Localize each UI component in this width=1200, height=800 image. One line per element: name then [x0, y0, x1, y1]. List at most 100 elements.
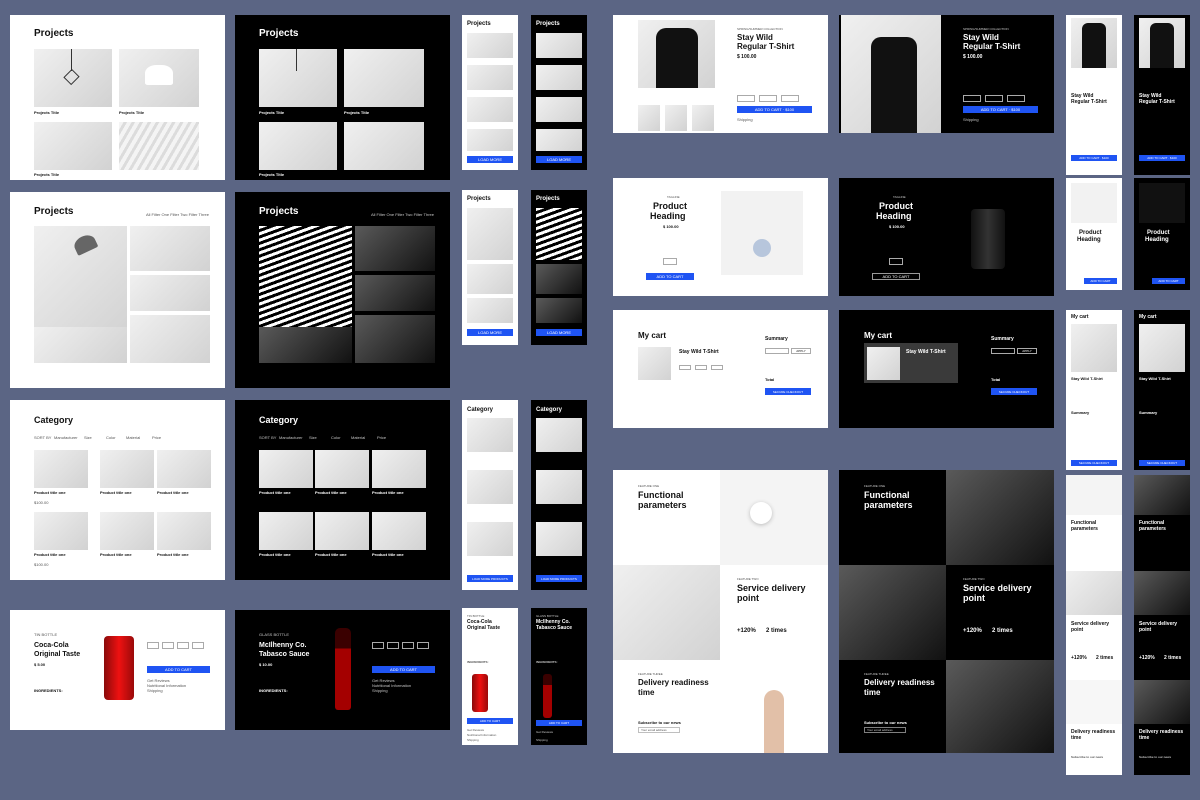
product-image[interactable]	[467, 470, 513, 504]
product-image[interactable]	[536, 470, 582, 504]
filter-manufacturer[interactable]: Manufacturer	[54, 435, 78, 440]
add-to-cart-button[interactable]: ADD TO CART	[872, 273, 920, 280]
add-to-cart-button[interactable]: ADD TO CART · $100	[1139, 155, 1185, 161]
gallery-image[interactable]	[536, 208, 582, 260]
product-image[interactable]	[372, 512, 426, 550]
filter-links[interactable]: All Filter One Filter Two Filter Three	[371, 212, 434, 217]
shipping-link[interactable]: Shipping	[536, 738, 548, 742]
add-to-cart-button[interactable]: ADD TO CART	[646, 273, 694, 280]
product-image[interactable]	[536, 522, 582, 556]
color-select[interactable]	[759, 95, 777, 102]
gallery-image[interactable]	[467, 208, 513, 260]
project-image-stool[interactable]	[259, 122, 337, 170]
secure-checkout-button[interactable]: SECURE CHECKOUT	[765, 388, 811, 395]
load-more-button[interactable]: LOAD MORE	[536, 156, 582, 163]
product-image[interactable]	[315, 512, 369, 550]
gallery-image[interactable]	[536, 298, 582, 323]
filter-price[interactable]: Price	[377, 435, 386, 440]
product-image[interactable]	[34, 450, 88, 488]
shipping-link[interactable]: Shipping	[372, 688, 388, 693]
project-image-waves[interactable]	[344, 122, 424, 170]
quantity-stepper[interactable]	[781, 95, 799, 102]
secure-checkout-button[interactable]: SECURE CHECKOUT	[1139, 460, 1185, 466]
load-more-button[interactable]: LOAD MORE	[467, 329, 513, 336]
add-to-cart-button[interactable]: ADD TO CART	[1152, 278, 1185, 284]
load-more-button[interactable]: LOAD MORE	[467, 156, 513, 163]
tshirt-main-image[interactable]	[638, 20, 715, 88]
apply-button[interactable]: APPLY	[791, 348, 811, 354]
product-image[interactable]	[315, 450, 369, 488]
product-image[interactable]	[34, 512, 88, 550]
gallery-image-chair[interactable]	[130, 275, 210, 311]
project-image[interactable]	[536, 33, 582, 58]
cart-item-image[interactable]	[1071, 324, 1117, 372]
project-image-chair[interactable]	[344, 49, 424, 107]
gallery-image-portrait[interactable]	[355, 315, 435, 363]
gallery-image[interactable]	[467, 264, 513, 294]
nutrition-link[interactable]: Nutritional Information	[467, 733, 496, 737]
product-image[interactable]	[259, 512, 313, 550]
size-option[interactable]	[417, 642, 429, 649]
product-image[interactable]	[157, 512, 211, 550]
add-to-cart-button[interactable]: ADD TO CART · $100	[1071, 155, 1117, 161]
size-option[interactable]	[402, 642, 414, 649]
add-to-cart-button[interactable]: ADD TO CART	[372, 666, 435, 673]
size-option[interactable]	[147, 642, 159, 649]
add-to-cart-button[interactable]: ADD TO CART · $100	[737, 106, 812, 113]
project-image[interactable]	[467, 129, 513, 151]
color-select[interactable]	[985, 95, 1003, 102]
add-to-cart-button[interactable]: ADD TO CART	[536, 720, 582, 726]
filter-color[interactable]: Color	[106, 435, 116, 440]
gallery-image[interactable]	[536, 264, 582, 294]
shipping-link[interactable]: Shipping	[737, 117, 753, 122]
size-select[interactable]	[679, 365, 691, 370]
tshirt-thumb[interactable]	[692, 105, 714, 131]
project-image[interactable]	[467, 97, 513, 122]
filter-links[interactable]: All Filter One Filter Two Filter Three	[146, 212, 209, 217]
quantity-stepper[interactable]	[711, 365, 723, 370]
project-image-waves[interactable]	[119, 122, 199, 170]
gallery-image-stool[interactable]	[34, 327, 127, 363]
size-option[interactable]	[177, 642, 189, 649]
tshirt-main-image[interactable]	[1139, 18, 1185, 68]
filter-color[interactable]: Color	[331, 435, 341, 440]
product-image[interactable]	[157, 450, 211, 488]
add-to-cart-button[interactable]: ADD TO CART	[1084, 278, 1117, 284]
gallery-image-swimmer[interactable]	[355, 275, 435, 311]
product-image[interactable]	[372, 450, 426, 488]
filter-material[interactable]: Material	[351, 435, 365, 440]
tshirt-thumb[interactable]	[638, 105, 660, 131]
quantity-stepper[interactable]	[889, 258, 903, 265]
add-to-cart-button[interactable]: ADD TO CART	[147, 666, 210, 673]
project-image[interactable]	[536, 129, 582, 151]
tshirt-thumb[interactable]	[665, 105, 687, 131]
filter-material[interactable]: Material	[126, 435, 140, 440]
promo-code-input[interactable]	[765, 348, 789, 354]
filter-size[interactable]: Size	[309, 435, 317, 440]
product-image[interactable]	[467, 418, 513, 452]
size-option[interactable]	[372, 642, 384, 649]
size-option[interactable]	[387, 642, 399, 649]
reviews-link[interactable]: Get Reviews	[536, 730, 553, 734]
tshirt-main-image[interactable]	[1071, 18, 1117, 68]
gallery-image-stripes[interactable]	[259, 226, 352, 338]
gallery-image-water[interactable]	[355, 226, 435, 271]
size-select[interactable]	[963, 95, 981, 102]
shipping-link[interactable]: Shipping	[467, 738, 479, 742]
quantity-stepper[interactable]	[663, 258, 677, 265]
product-image[interactable]	[100, 512, 154, 550]
email-input[interactable]: Your email address	[864, 727, 906, 733]
gallery-image-floor-lamp[interactable]	[34, 226, 127, 338]
project-image[interactable]	[536, 65, 582, 90]
gallery-image-architecture[interactable]	[259, 327, 352, 363]
shipping-link[interactable]: Shipping	[963, 117, 979, 122]
filter-manufacturer[interactable]: Manufacturer	[279, 435, 303, 440]
cart-item-image[interactable]	[638, 347, 671, 380]
product-image[interactable]	[100, 450, 154, 488]
gallery-image-waves[interactable]	[130, 315, 210, 363]
gallery-image-pendant[interactable]	[130, 226, 210, 271]
secure-checkout-button[interactable]: SECURE CHECKOUT	[991, 388, 1037, 395]
apply-button[interactable]: APPLY	[1017, 348, 1037, 354]
gallery-image[interactable]	[467, 298, 513, 323]
filter-price[interactable]: Price	[152, 435, 161, 440]
